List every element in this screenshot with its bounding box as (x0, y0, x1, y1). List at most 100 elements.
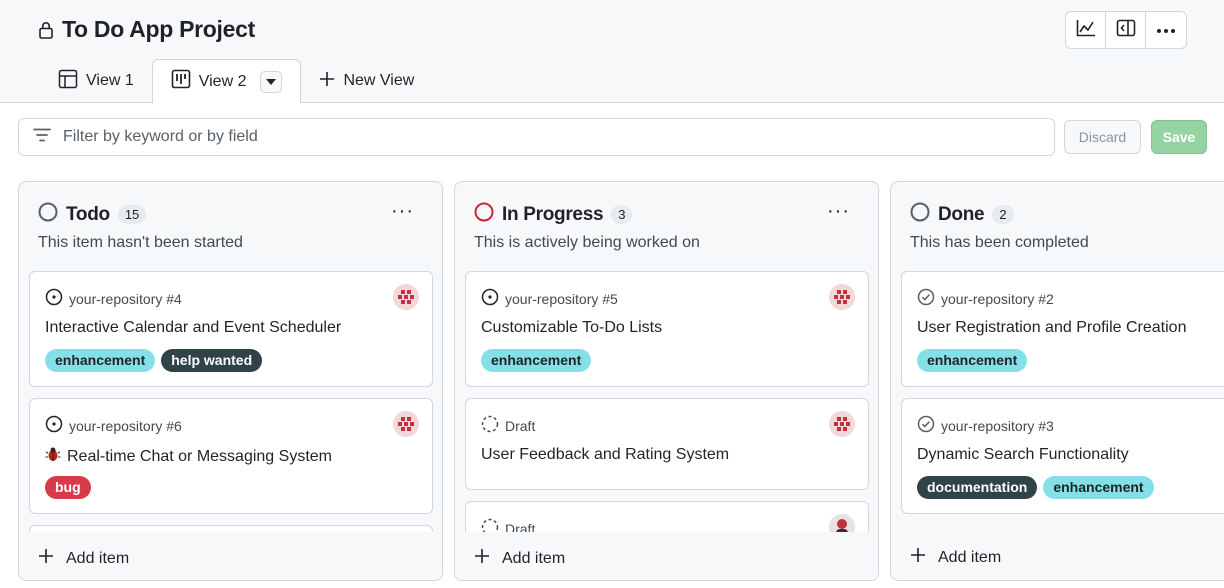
triangle-down-icon (266, 78, 277, 85)
column-description: This has been completed (910, 234, 1089, 251)
card-title[interactable]: Interactive Calendar and Event Scheduler (45, 319, 341, 337)
card-repo: your-repository #5 (505, 290, 618, 307)
column-todo: Todo 15 ··· This item hasn't been starte… (18, 181, 443, 581)
card-meta: your-repository #2 (917, 288, 1054, 309)
label-enhancement[interactable]: enhancement (917, 349, 1028, 372)
table-icon (58, 69, 78, 94)
draft-card[interactable]: Draft User Feedback and Rating System (465, 398, 869, 490)
more-options-button[interactable] (1146, 12, 1186, 48)
issue-card[interactable]: your-repository #4 Interactive Calendar … (29, 271, 433, 387)
lock-icon (38, 21, 54, 39)
new-view-button[interactable]: New View (301, 59, 432, 103)
add-item-label: Add item (938, 548, 1002, 566)
card-repo: your-repository #6 (69, 417, 182, 434)
insights-icon (1076, 19, 1096, 42)
card-labels: enhancement (917, 349, 1028, 372)
plus-icon (319, 71, 335, 92)
column-count: 3 (611, 205, 633, 224)
avatar[interactable] (393, 284, 419, 310)
card-meta: your-repository #4 (45, 288, 182, 309)
column-menu-button[interactable]: ··· (391, 200, 414, 223)
filter-input[interactable]: Filter by keyword or by field (18, 118, 1055, 156)
tab-label: View 1 (86, 72, 134, 89)
filter-placeholder: Filter by keyword or by field (63, 128, 258, 145)
card-title[interactable]: Customizable To-Do Lists (481, 319, 662, 337)
column-title: Todo (66, 203, 110, 225)
issue-card[interactable]: your-repository #5 Customizable To-Do Li… (465, 271, 869, 387)
filter-icon (33, 128, 51, 147)
label-bug[interactable]: bug (45, 476, 91, 499)
closed-issue-icon (917, 288, 935, 309)
plus-icon (474, 548, 490, 569)
card-title-text: User Feedback and Rating System (481, 446, 730, 463)
title-row: To Do App Project (38, 16, 255, 43)
card-meta: your-repository #6 (45, 415, 182, 436)
card-title[interactable]: User Registration and Profile Creation (917, 319, 1186, 337)
draft-icon (481, 415, 499, 436)
column-title: In Progress (502, 203, 604, 225)
discard-button[interactable]: Discard (1064, 120, 1141, 154)
tab-view-1[interactable]: View 1 (40, 59, 152, 103)
card-repo: your-repository #4 (69, 290, 182, 307)
issue-card[interactable]: your-repository #6 Real-time Chat or Mes… (29, 398, 433, 514)
card-meta: Draft (481, 415, 535, 436)
column-header: Todo 15 (38, 202, 147, 227)
card-title-text: Interactive Calendar and Event Scheduler (45, 319, 342, 336)
issue-card[interactable]: your-repository #2 User Registration and… (901, 271, 1224, 387)
issue-card[interactable]: your-repository #3 Dynamic Search Functi… (901, 398, 1224, 514)
view-options-dropdown[interactable] (260, 70, 283, 93)
add-item-button[interactable]: Add item (38, 548, 129, 569)
column-in-progress: In Progress 3 ··· This is actively being… (454, 181, 879, 581)
card-labels: documentation enhancement (917, 476, 1154, 499)
view-tabs: View 1 View 2 New View (40, 59, 432, 104)
tab-label: View 2 (198, 72, 247, 90)
more-icon (1156, 21, 1176, 39)
label-enhancement[interactable]: enhancement (1043, 476, 1154, 499)
column-done: Done 2 This has been completed your-repo… (890, 181, 1224, 581)
column-description: This item hasn't been started (38, 234, 243, 251)
bug-icon (45, 446, 61, 467)
open-issue-icon (45, 415, 63, 436)
label-enhancement[interactable]: enhancement (45, 349, 156, 372)
more-icon: ··· (827, 200, 850, 222)
side-panel-icon (1116, 19, 1136, 42)
card-meta: your-repository #5 (481, 288, 618, 309)
avatar[interactable] (829, 284, 855, 310)
card-title-text: User Registration and Profile Creation (917, 319, 1187, 336)
column-header: In Progress 3 (474, 202, 633, 227)
save-button[interactable]: Save (1151, 120, 1207, 154)
label-help-wanted[interactable]: help wanted (161, 349, 263, 372)
column-menu-button[interactable]: ··· (827, 200, 850, 223)
card-labels: enhancement (481, 349, 592, 372)
card-meta: your-repository #3 (917, 415, 1054, 436)
card-labels: bug (45, 476, 91, 499)
in-progress-status-icon (474, 202, 494, 227)
label-documentation[interactable]: documentation (917, 476, 1038, 499)
label-enhancement[interactable]: enhancement (481, 349, 592, 372)
card-repo: your-repository #3 (941, 417, 1054, 434)
avatar[interactable] (393, 411, 419, 437)
card-labels: enhancement help wanted (45, 349, 263, 372)
add-item-label: Add item (66, 549, 130, 567)
column-title: Done (938, 203, 985, 225)
column-description: This is actively being worked on (474, 234, 700, 251)
tab-label: New View (343, 72, 415, 89)
column-count: 15 (117, 205, 147, 224)
add-item-label: Add item (502, 549, 566, 567)
tab-view-2[interactable]: View 2 (151, 59, 302, 104)
open-issue-icon (481, 288, 499, 309)
card-title[interactable]: User Feedback and Rating System (481, 446, 729, 464)
plus-icon (910, 547, 926, 568)
column-count: 2 (992, 205, 1014, 224)
insights-button[interactable] (1066, 12, 1106, 48)
board-icon (171, 69, 191, 94)
card-repo: your-repository #2 (941, 290, 1054, 307)
page-title: To Do App Project (62, 16, 255, 42)
card-title[interactable]: Real-time Chat or Messaging System (45, 446, 332, 467)
header-actions (1065, 11, 1187, 49)
avatar[interactable] (829, 411, 855, 437)
side-panel-button[interactable] (1106, 12, 1146, 48)
add-item-button[interactable]: Add item (910, 547, 1001, 568)
add-item-button[interactable]: Add item (474, 548, 565, 569)
card-title[interactable]: Dynamic Search Functionality (917, 446, 1129, 464)
